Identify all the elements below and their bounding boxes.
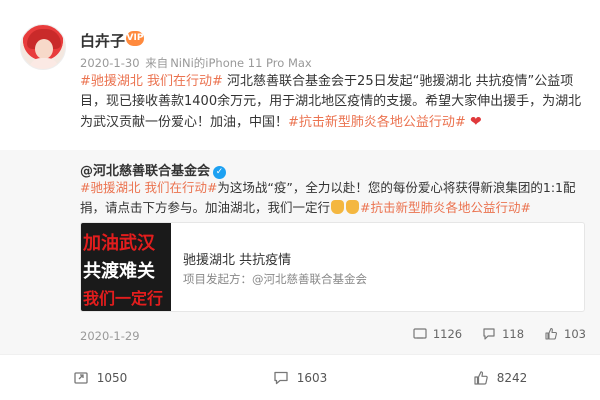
topic-link[interactable]: #抗击新型肺炎各地公益行动# bbox=[288, 115, 466, 130]
retweet-card: @河北慈善联合基金会 ✓ #驰援湖北 我们在行动#为这场战“疫”，全力以赴！您的每… bbox=[0, 150, 600, 354]
retweet-repost-button[interactable]: 1126 bbox=[413, 327, 462, 341]
repost-icon bbox=[413, 328, 427, 339]
topic-link[interactable]: #驰援湖北 我们在行动# bbox=[80, 74, 223, 89]
thumb-text-3: 我们一定行 bbox=[83, 289, 164, 308]
comment-icon bbox=[483, 328, 495, 340]
thumbs-up-icon bbox=[545, 327, 558, 340]
fist-emoji-icon bbox=[346, 200, 360, 214]
post-text: #驰援湖北 我们在行动# 河北慈善联合基金会于25日发起“驰援湖北 共抗疫情”公… bbox=[80, 72, 585, 133]
vip-badge-icon[interactable]: VIP bbox=[126, 31, 144, 46]
weibo-post: 白卉子 VIP 2020-1-30 来自 NiNi的iPhone 11 Pro M… bbox=[0, 0, 600, 400]
post-meta: 2020-1-30 来自 NiNi的iPhone 11 Pro Max bbox=[80, 55, 314, 71]
repost-button[interactable]: 1050 bbox=[0, 370, 200, 386]
source-prefix: 来自 bbox=[145, 56, 169, 70]
like-button[interactable]: 8242 bbox=[400, 370, 600, 386]
comment-count: 1603 bbox=[296, 370, 328, 385]
retweet-text: #驰援湖北 我们在行动#为这场战“疫”，全力以赴！您的每份爱心将获得新浪集团的1… bbox=[80, 178, 585, 218]
card-thumbnail: 加油武汉 共渡难关 我们一定行 bbox=[81, 223, 171, 311]
heart-icon: ❤ bbox=[469, 114, 482, 130]
username[interactable]: 白卉子 bbox=[80, 30, 125, 51]
retweet-stats: 1126 118 103 bbox=[393, 327, 586, 341]
like-count: 8242 bbox=[496, 370, 528, 385]
charity-link-card[interactable]: 加油武汉 共渡难关 我们一定行 驰援湖北 共抗疫情 项目发起方：@河北慈善联合基… bbox=[80, 222, 585, 312]
avatar[interactable] bbox=[20, 24, 66, 70]
comment-button[interactable]: 1603 bbox=[200, 370, 400, 386]
action-bar: 1050 1603 8242 bbox=[0, 354, 600, 400]
thumbs-up-icon bbox=[474, 370, 488, 385]
retweet-date[interactable]: 2020-1-29 bbox=[80, 329, 140, 343]
retweet-like-button[interactable]: 103 bbox=[544, 327, 586, 341]
retweet-like-count: 103 bbox=[564, 327, 586, 341]
post-source: NiNi的iPhone 11 Pro Max bbox=[170, 56, 312, 70]
repost-count: 1050 bbox=[96, 370, 128, 385]
fist-emoji-icon bbox=[331, 200, 345, 214]
thumb-text-2: 共渡难关 bbox=[83, 261, 155, 282]
retweet-author-link[interactable]: @河北慈善联合基金会 bbox=[80, 164, 210, 179]
retweet-author: @河北慈善联合基金会 ✓ bbox=[80, 160, 227, 179]
share-icon bbox=[74, 371, 88, 384]
retweet-comment-button[interactable]: 118 bbox=[482, 327, 524, 341]
thumb-text-1: 加油武汉 bbox=[83, 233, 155, 254]
retweet-repost-count: 1126 bbox=[432, 327, 463, 341]
topic-link[interactable]: #抗击新型肺炎各地公益行动# bbox=[360, 200, 531, 215]
retweet-comment-count: 118 bbox=[502, 327, 525, 341]
topic-link[interactable]: #驰援湖北 我们在行动# bbox=[80, 180, 217, 195]
card-title: 驰援湖北 共抗疫情 bbox=[183, 253, 292, 268]
post-date[interactable]: 2020-1-30 bbox=[80, 56, 140, 70]
card-subtitle: 项目发起方：@河北慈善联合基金会 bbox=[183, 272, 367, 286]
comment-icon bbox=[274, 371, 288, 384]
